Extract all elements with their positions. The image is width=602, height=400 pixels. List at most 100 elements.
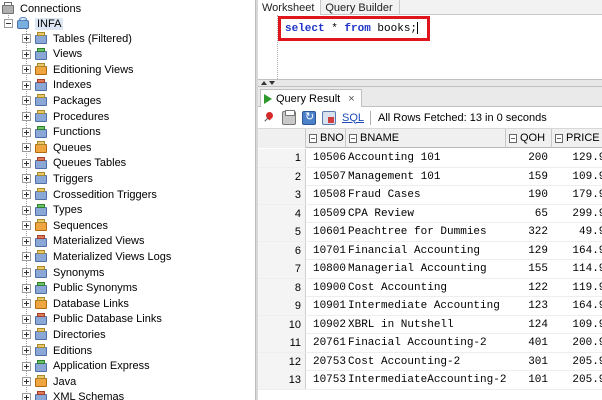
tree-item[interactable]: XML Schemas xyxy=(22,390,124,400)
expand-toggle-icon[interactable] xyxy=(22,283,31,293)
connections-node[interactable]: Connections xyxy=(2,1,81,16)
expand-toggle-icon[interactable] xyxy=(22,346,31,355)
table-row[interactable]: 410509CPA Review65 299.99 xyxy=(258,204,602,223)
table-row[interactable]: 110506Accounting 101200 129.99 xyxy=(258,149,602,168)
tree-item[interactable]: Indexes xyxy=(22,78,92,93)
table-row[interactable]: 610701Financial Accounting129 164.99 xyxy=(258,241,602,260)
cell-bno[interactable]: 10701 xyxy=(308,242,346,260)
cell-qoh[interactable]: 200 xyxy=(508,149,548,167)
cell-price[interactable]: 109.99 xyxy=(554,168,602,186)
table-row[interactable]: 1010902XBRL in Nutshell124 109.99 xyxy=(258,315,602,334)
cell-price[interactable]: 114.99 xyxy=(554,260,602,278)
cell-qoh[interactable]: 322 xyxy=(508,223,548,241)
editor-results-divider[interactable] xyxy=(258,79,602,87)
cell-bno[interactable]: 10900 xyxy=(308,279,346,297)
expand-toggle-icon[interactable] xyxy=(22,330,31,340)
expand-toggle-icon[interactable] xyxy=(22,190,31,199)
row-number-cell[interactable]: 7 xyxy=(258,260,306,278)
cell-bname[interactable]: Managerial Accounting xyxy=(348,260,506,278)
tree-item[interactable]: Application Express xyxy=(22,359,150,374)
cell-bno[interactable]: 10601 xyxy=(308,223,346,241)
refresh-icon[interactable] xyxy=(302,110,316,125)
tree-item[interactable]: Public Database Links xyxy=(22,312,162,327)
table-row[interactable]: 1220753Cost Accounting-2301 205.99 xyxy=(258,352,602,371)
pin-icon[interactable] xyxy=(262,111,276,125)
tree-item[interactable]: Editioning Views xyxy=(22,62,134,77)
expand-toggle-icon[interactable] xyxy=(22,361,31,371)
cell-price[interactable]: 164.99 xyxy=(554,297,602,315)
row-number-cell[interactable]: 11 xyxy=(258,334,306,352)
expand-toggle-icon[interactable] xyxy=(22,127,31,137)
cell-qoh[interactable]: 155 xyxy=(508,260,548,278)
cell-qoh[interactable]: 101 xyxy=(508,371,548,389)
cell-bno[interactable]: 10901 xyxy=(308,297,346,315)
cell-qoh[interactable]: 122 xyxy=(508,279,548,297)
cell-bname[interactable]: Financial Accounting xyxy=(348,242,506,260)
expand-toggle-icon[interactable] xyxy=(22,299,31,309)
expand-toggle-icon[interactable] xyxy=(22,158,31,168)
row-number-cell[interactable]: 5 xyxy=(258,223,306,241)
expand-toggle-icon[interactable] xyxy=(22,34,31,43)
cell-price[interactable]: 129.99 xyxy=(554,149,602,167)
export-icon[interactable] xyxy=(322,110,336,125)
table-row[interactable]: 1310753IntermediateAccounting-2101 205.99 xyxy=(258,371,602,390)
expand-toggle-icon[interactable] xyxy=(22,143,31,153)
column-header-qoh[interactable]: QOH xyxy=(506,129,552,148)
table-row[interactable]: 510601Peachtree for Dummies322 49.99 xyxy=(258,223,602,242)
expand-toggle-icon[interactable] xyxy=(22,96,31,106)
row-number-cell[interactable]: 13 xyxy=(258,371,306,389)
tree-item[interactable]: Functions xyxy=(22,125,101,140)
cell-price[interactable]: 205.99 xyxy=(554,353,602,371)
tree-item[interactable]: Java xyxy=(22,374,76,389)
expand-toggle-icon[interactable] xyxy=(22,268,31,277)
tree-item[interactable]: Tables (Filtered) xyxy=(22,31,132,46)
table-row[interactable]: 210507Management 101159 109.99 xyxy=(258,167,602,186)
cell-price[interactable]: 200.99 xyxy=(554,334,602,352)
cell-qoh[interactable]: 190 xyxy=(508,186,548,204)
tree-item[interactable]: Queues xyxy=(22,140,92,155)
cell-qoh[interactable]: 159 xyxy=(508,168,548,186)
expand-toggle-icon[interactable] xyxy=(22,65,31,75)
collapse-up-icon[interactable] xyxy=(261,81,267,85)
collapse-down-icon[interactable] xyxy=(269,81,275,85)
cell-bname[interactable]: XBRL in Nutshell xyxy=(348,316,506,334)
tree-item[interactable]: Editions xyxy=(22,343,92,358)
row-number-cell[interactable]: 12 xyxy=(258,352,306,371)
expand-toggle-icon[interactable] xyxy=(22,205,31,215)
row-number-cell[interactable]: 6 xyxy=(258,241,306,260)
cell-bname[interactable]: Cost Accounting xyxy=(348,279,506,297)
cell-bno[interactable]: 10508 xyxy=(308,186,346,204)
print-icon[interactable] xyxy=(282,109,296,125)
column-header-price[interactable]: PRICE xyxy=(552,129,602,148)
tree-item[interactable]: Synonyms xyxy=(22,265,104,280)
expand-toggle-icon[interactable] xyxy=(22,174,31,184)
cell-bname[interactable]: CPA Review xyxy=(348,205,506,223)
cell-bname[interactable]: Cost Accounting-2 xyxy=(348,353,506,371)
expand-toggle-icon[interactable] xyxy=(22,80,31,90)
cell-bname[interactable]: Peachtree for Dummies xyxy=(348,223,506,241)
row-number-cell[interactable]: 10 xyxy=(258,315,306,334)
tree-item[interactable]: Packages xyxy=(22,93,101,108)
cell-price[interactable]: 205.99 xyxy=(554,371,602,389)
cell-bno[interactable]: 20761 xyxy=(308,334,346,352)
tree-item[interactable]: Directories xyxy=(22,327,106,342)
cell-bno[interactable]: 20753 xyxy=(308,353,346,371)
cell-bno[interactable]: 10902 xyxy=(308,316,346,334)
cell-qoh[interactable]: 301 xyxy=(508,353,548,371)
tab-query-builder[interactable]: Query Builder xyxy=(321,0,400,15)
cell-price[interactable]: 49.99 xyxy=(554,223,602,241)
table-row[interactable]: 1120761Finacial Accounting-2401 200.99 xyxy=(258,334,602,353)
cell-bno[interactable]: 10507 xyxy=(308,168,346,186)
cell-price[interactable]: 179.99 xyxy=(554,186,602,204)
close-icon[interactable]: × xyxy=(348,93,354,105)
tree-item[interactable]: Queues Tables xyxy=(22,156,126,171)
expand-toggle-icon[interactable] xyxy=(22,112,31,121)
cell-price[interactable]: 119.99 xyxy=(554,279,602,297)
table-row[interactable]: 710800Managerial Accounting155 114.99 xyxy=(258,260,602,279)
expand-toggle-icon[interactable] xyxy=(22,377,31,387)
table-row[interactable]: 910901Intermediate Accounting123 164.99 xyxy=(258,297,602,316)
cell-qoh[interactable]: 129 xyxy=(508,242,548,260)
cell-bno[interactable]: 10753 xyxy=(308,371,346,389)
cell-bname[interactable]: Fraud Cases xyxy=(348,186,506,204)
sql-editor[interactable]: select * from books; xyxy=(258,15,602,79)
